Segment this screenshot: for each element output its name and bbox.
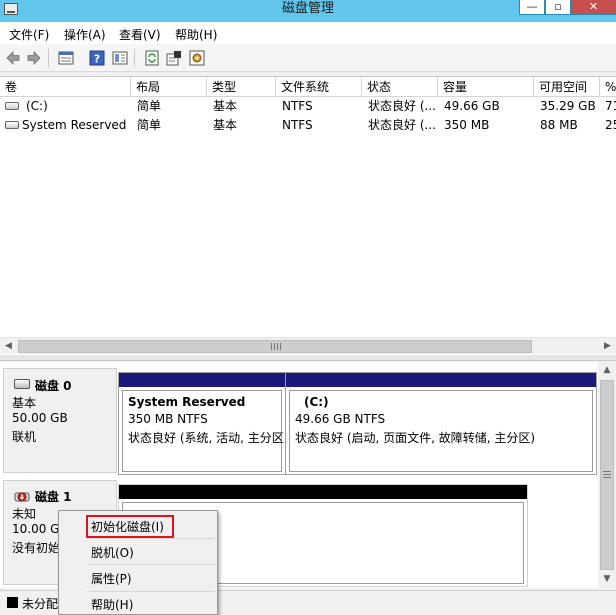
forward-arrow-icon[interactable] xyxy=(26,50,42,66)
scroll-down-icon[interactable]: ▼ xyxy=(598,571,616,588)
scroll-left-icon[interactable]: ◀ xyxy=(0,338,17,355)
scrollbar-thumb[interactable] xyxy=(18,340,532,353)
context-menu: 初始化磁盘(I) 脱机(O) 属性(P) 帮助(H) xyxy=(58,510,218,615)
scroll-right-icon[interactable]: ▶ xyxy=(599,338,616,355)
table-cell: System Reserved xyxy=(22,118,127,132)
disk-type: 基本 xyxy=(12,396,37,410)
details-view-icon[interactable] xyxy=(112,50,128,66)
column-header-type[interactable]: 类型 xyxy=(207,77,276,97)
menu-help[interactable]: 帮助(H) xyxy=(175,26,217,43)
partition-size: 49.66 GB NTFS xyxy=(295,412,386,426)
toolbar: ? xyxy=(0,44,616,72)
column-header-free-space[interactable]: 可用空间 xyxy=(534,77,600,97)
column-header-filesystem[interactable]: 文件系统 xyxy=(276,77,362,97)
svg-text:?: ? xyxy=(94,53,100,66)
drive-icon xyxy=(5,102,19,110)
scroll-grip-icon xyxy=(271,343,281,350)
partition-color-bar xyxy=(119,485,527,499)
scroll-up-icon[interactable]: ▲ xyxy=(598,362,616,379)
table-cell: 基本 xyxy=(213,118,238,132)
drive-icon xyxy=(5,121,19,129)
menu-bar: 文件(F) 操作(A) 查看(V) 帮助(H) xyxy=(0,22,616,44)
menu-item-help[interactable]: 帮助(H) xyxy=(91,596,133,613)
menu-view[interactable]: 查看(V) xyxy=(119,26,161,43)
disk-size: 50.00 GB xyxy=(12,411,68,425)
partition-body: System Reserved 350 MB NTFS 状态良好 (系统, 活动… xyxy=(122,390,284,472)
minimize-button[interactable]: — xyxy=(519,0,545,15)
toolbar-separator xyxy=(134,49,135,67)
partition-color-bar xyxy=(119,373,285,387)
table-cell: 状态良好 (... xyxy=(368,99,436,113)
disk-0-label[interactable]: 磁盘 0 基本 50.00 GB 联机 xyxy=(3,368,117,473)
table-cell: 88 MB xyxy=(540,118,578,132)
partition-status: 状态良好 (启动, 页面文件, 故障转储, 主分区) xyxy=(295,431,536,445)
column-header-status[interactable]: 状态 xyxy=(362,77,438,97)
properties-view-icon[interactable] xyxy=(58,50,74,66)
menu-item-offline[interactable]: 脱机(O) xyxy=(91,544,134,561)
column-header-layout[interactable]: 布局 xyxy=(131,77,207,97)
table-cell: 状态良好 (... xyxy=(368,118,436,132)
maximize-button[interactable]: ▫ xyxy=(545,0,571,15)
legend-label: 未分配 xyxy=(22,597,59,611)
pane-splitter[interactable] xyxy=(0,355,616,361)
table-cell: 71 xyxy=(605,99,616,113)
table-cell: (C:) xyxy=(26,99,48,113)
column-header-capacity[interactable]: 容量 xyxy=(438,77,534,97)
table-cell: NTFS xyxy=(282,118,313,132)
menu-file[interactable]: 文件(F) xyxy=(9,26,49,43)
menu-item-initialize-disk[interactable]: 初始化磁盘(I) xyxy=(91,518,164,535)
disk-status: 联机 xyxy=(12,430,37,444)
column-header-percent-free[interactable]: % xyxy=(600,77,616,97)
close-button[interactable]: ✕ xyxy=(571,0,616,15)
toolbar-separator xyxy=(48,49,49,67)
horizontal-scrollbar[interactable]: ◀ ▶ xyxy=(0,337,616,354)
table-cell: 简单 xyxy=(137,118,162,132)
table-cell: 25 xyxy=(605,118,616,132)
vertical-scrollbar[interactable]: ▲ ▼ xyxy=(598,362,616,588)
table-cell: 35.29 GB xyxy=(540,99,596,113)
partition-c-drive[interactable]: (C:) 49.66 GB NTFS 状态良好 (启动, 页面文件, 故障转储,… xyxy=(285,372,597,475)
menu-separator xyxy=(87,538,215,539)
legend-unallocated-swatch xyxy=(7,597,18,608)
disk-warning-icon xyxy=(14,492,30,502)
table-cell: 基本 xyxy=(213,99,238,113)
menu-action[interactable]: 操作(A) xyxy=(64,26,106,43)
column-header-volume[interactable]: 卷 xyxy=(0,77,131,97)
disk-type: 未知 xyxy=(12,507,37,521)
disk-title: 磁盘 0 xyxy=(35,379,72,393)
partition-status: 状态良好 (系统, 活动, 主分区 xyxy=(128,431,284,445)
disk-management-window: 磁盘管理 — ▫ ✕ 文件(F) 操作(A) 查看(V) 帮助(H) ? 卷 布… xyxy=(0,0,616,615)
menu-separator xyxy=(87,591,215,592)
partition-color-bar xyxy=(286,373,596,387)
table-cell: 49.66 GB xyxy=(444,99,500,113)
back-arrow-icon[interactable] xyxy=(5,50,21,66)
partition-size: 350 MB NTFS xyxy=(128,412,208,426)
table-cell: 简单 xyxy=(137,99,162,113)
partition-body: (C:) 49.66 GB NTFS 状态良好 (启动, 页面文件, 故障转储,… xyxy=(289,390,593,472)
partition-system-reserved[interactable]: System Reserved 350 MB NTFS 状态良好 (系统, 活动… xyxy=(118,372,286,475)
disk-title: 磁盘 1 xyxy=(35,490,72,504)
scrollbar-thumb[interactable] xyxy=(600,380,614,570)
title-bar: 磁盘管理 — ▫ ✕ xyxy=(0,0,616,22)
partition-name: System Reserved xyxy=(128,395,246,409)
disk-icon xyxy=(14,379,30,389)
volume-list: 卷 布局 类型 文件系统 状态 容量 可用空间 % (C:) 简单 基本 NTF… xyxy=(0,76,616,355)
settings-icon[interactable] xyxy=(189,50,205,66)
properties-icon[interactable] xyxy=(166,50,182,66)
partition-name: (C:) xyxy=(304,395,329,409)
refresh-icon[interactable] xyxy=(144,50,160,66)
help-icon[interactable]: ? xyxy=(89,50,105,66)
table-cell: 350 MB xyxy=(444,118,490,132)
table-cell: NTFS xyxy=(282,99,313,113)
scroll-grip-icon xyxy=(603,471,611,478)
menu-separator xyxy=(87,564,215,565)
menu-item-properties[interactable]: 属性(P) xyxy=(91,570,132,587)
